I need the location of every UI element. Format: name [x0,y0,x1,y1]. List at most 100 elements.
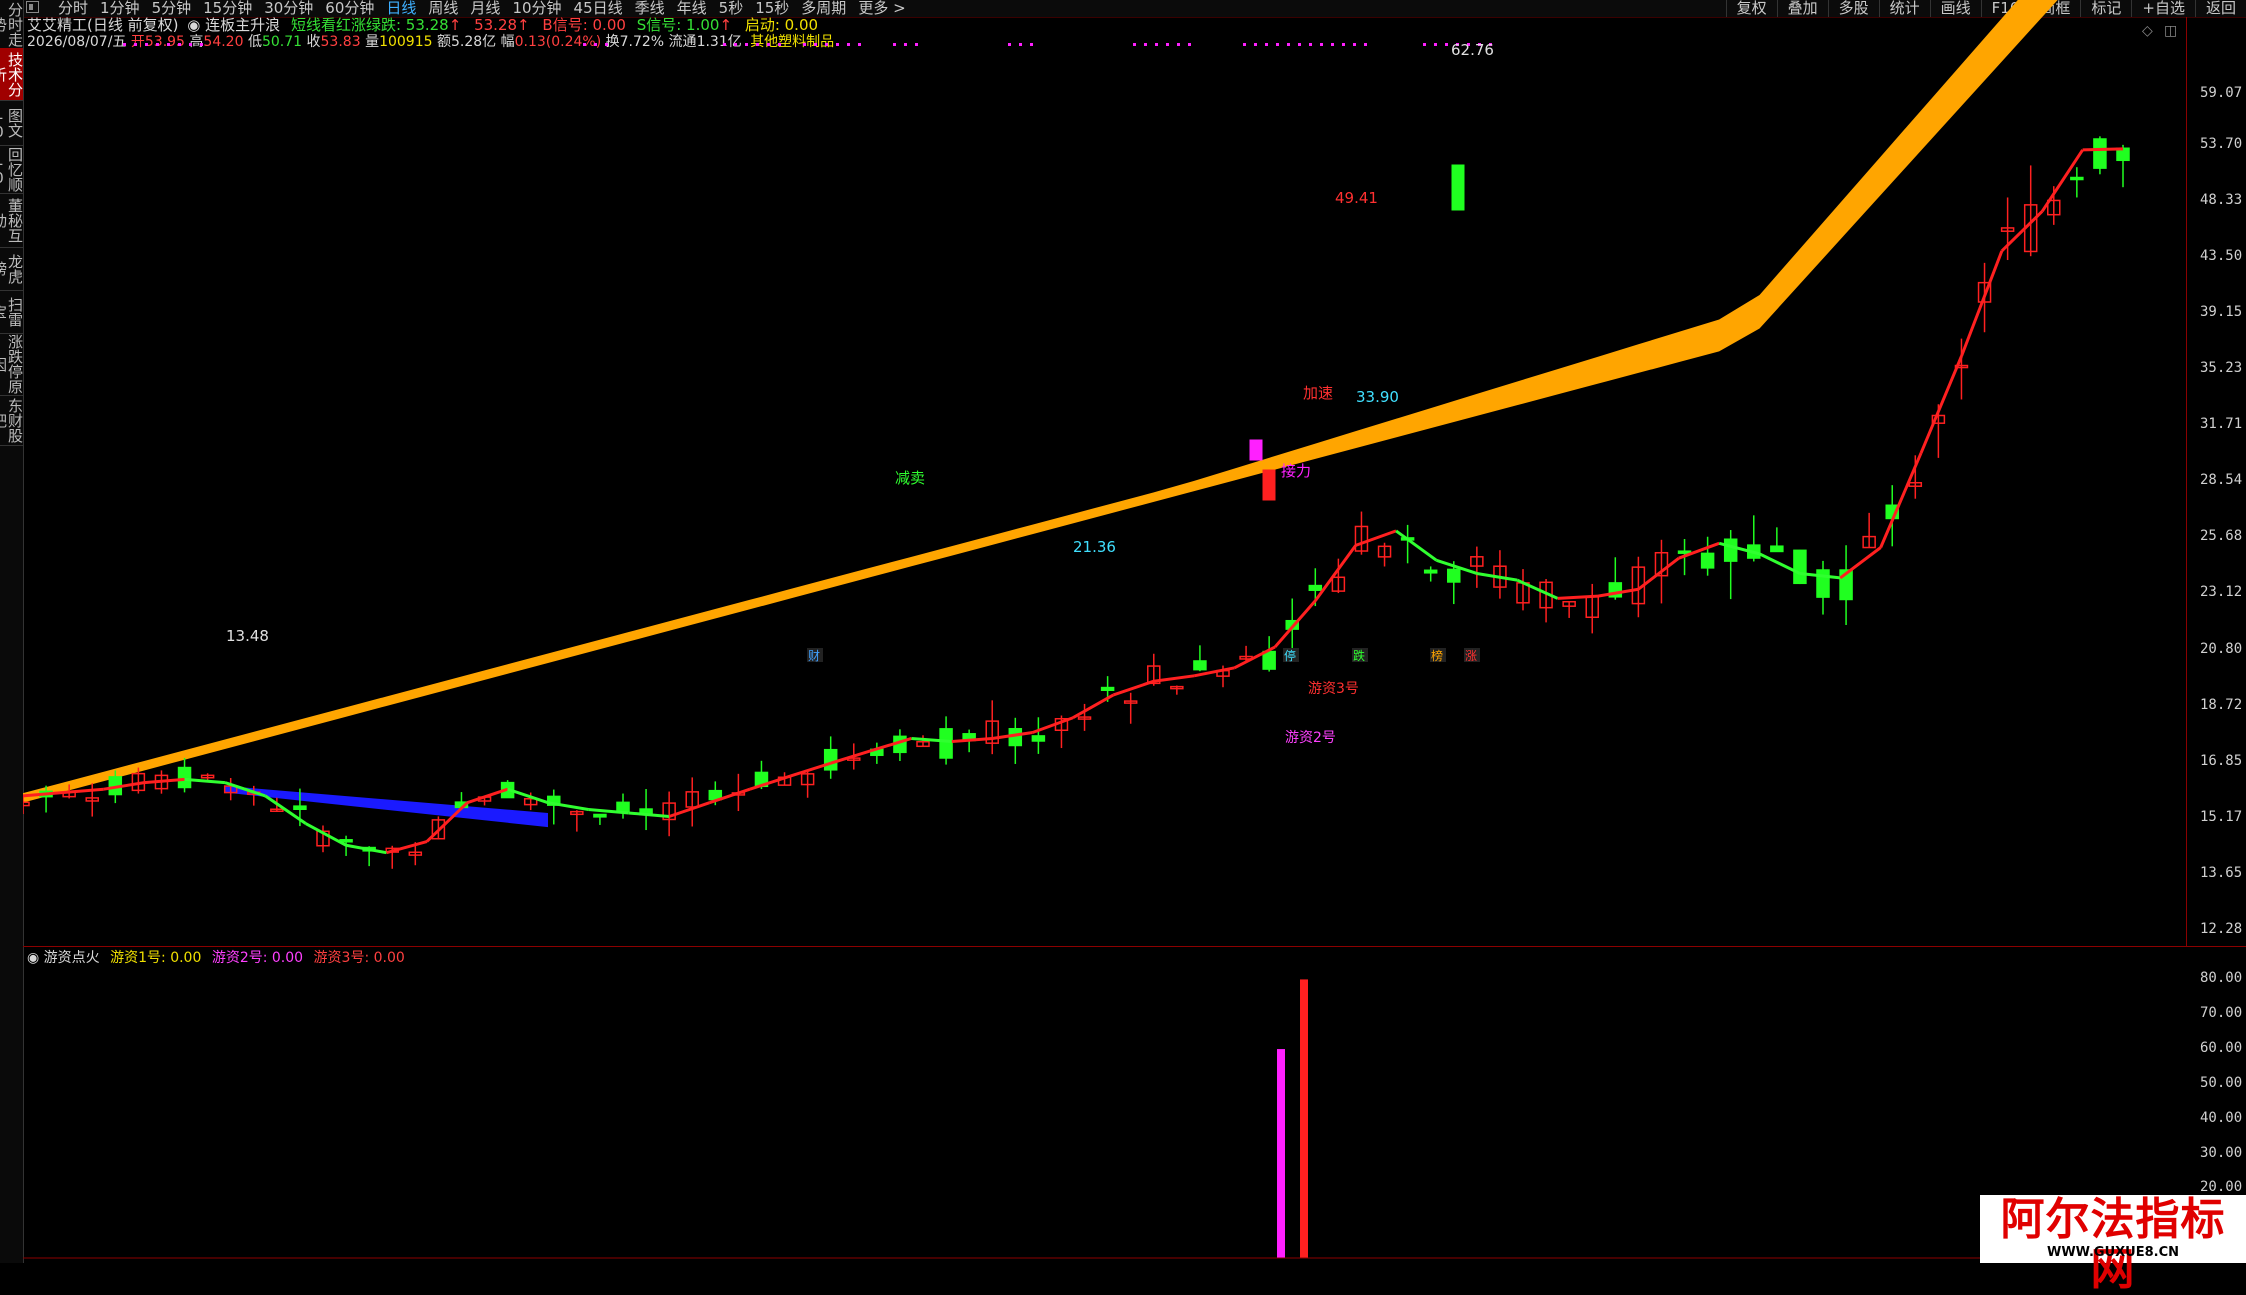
trend-line-segment [1314,544,1357,602]
signal-dot [825,43,828,46]
price-tick: 59.07 [2200,85,2243,102]
price-tick: 53.70 [2200,135,2243,152]
price-tick: 23.12 [2200,584,2243,601]
candle [823,748,838,771]
price-tick: 31.71 [2200,416,2243,433]
sidebar-tab[interactable]: 图文10 [0,100,24,146]
signal-dot [1133,43,1136,46]
candle [1100,686,1115,691]
signal-dot [178,43,181,46]
signal-dot [1008,43,1011,46]
sub-tick: 60.00 [2200,1040,2243,1057]
logo-url: WWW.GUXUE8.CN [2047,1245,2179,1260]
signal-dot [915,43,918,46]
relay-label: 接力 [1281,462,1311,480]
reduce-sell-label: 减卖 [895,469,925,487]
signal-dot [904,43,907,46]
signal-dot [1434,43,1437,46]
trend-line-segment [1072,693,1115,720]
price-tick: 16.85 [2200,752,2243,769]
sub-bar [1300,979,1308,1258]
signal-dot [189,43,192,46]
trend-line-segment [1112,679,1155,697]
signal-dot [847,43,850,46]
signal-dot [1320,43,1323,46]
candle [1770,545,1784,553]
candle [1262,650,1276,670]
sidebar-tab[interactable]: 技术分析 [0,48,24,101]
signal-dot [1353,43,1356,46]
signal-dot [594,43,597,46]
signal-dot [1030,43,1033,46]
candle [177,766,192,789]
sub-tick: 40.00 [2200,1109,2243,1126]
signal-dot [1265,43,1268,46]
sidebar-tab[interactable]: 涨跌停原因 [0,333,24,396]
sidebar-tab[interactable]: 扫雷宝 [0,290,24,334]
price-tick: 15.17 [2200,808,2243,825]
price-tick: 43.50 [2200,248,2243,265]
signal-dot [723,43,726,46]
candle [23,801,30,807]
trend-line-segment [2082,147,2124,152]
panel-separator [23,946,2246,947]
price-tick: 12.28 [2200,921,2243,937]
signal-dot [1331,43,1334,46]
signal-dot [1155,43,1158,46]
signal-dot [167,43,170,46]
signal-dot [1364,43,1367,46]
candle [1423,569,1438,574]
signal-dot [145,43,148,46]
signal-dot [1287,43,1290,46]
price-tick: 18.72 [2200,696,2243,713]
signal-dot [778,43,781,46]
candle [1308,584,1323,591]
candle [293,805,307,810]
signal-dot [836,43,839,46]
signal-dot [803,43,806,46]
kline-chart[interactable]: 62.76 49.41 33.90 21.36 13.48 加速接力 减卖财 停 跌 榜 涨游资2号… [23,0,2186,1263]
signal-dot [156,43,159,46]
signal-dot [734,43,737,46]
sidebar-tab[interactable]: 龙虎榜 [0,247,24,291]
sidebar-tab[interactable]: 董秘互动 [0,193,24,248]
candle [939,728,953,759]
event-tag: 榜 [1431,648,1443,663]
signal-dot [1423,43,1426,46]
sub-bar-label-3: 游资3号 [1308,681,1359,697]
price-tick: 35.23 [2200,360,2243,377]
signal-dot [1188,43,1191,46]
signal-dot [858,43,861,46]
event-tag: 跌 [1353,648,1365,663]
signal-dot [1276,43,1279,46]
price-axis-line [2186,17,2187,947]
sub-bar-label-2: 游资2号 [1285,730,1336,746]
candle [1723,538,1738,562]
toolbar-button[interactable]: 返回 [2194,0,2246,17]
candle [1793,549,1807,585]
signal-dot [1254,43,1257,46]
signal-dot [767,43,770,46]
sub-tick: 30.00 [2200,1144,2243,1161]
candle [1700,552,1715,569]
signal-dot [1309,43,1312,46]
sub-bar [1277,1049,1285,1258]
signal-dot [756,43,759,46]
candle [1193,660,1207,671]
sub-tick: 20.00 [2200,1179,2243,1196]
signal-dot [893,43,896,46]
sidebar-tab[interactable]: 分时走势 [0,0,24,49]
trend-line-segment [1273,599,1317,649]
candle [1447,568,1461,583]
price-label-33: 33.90 [1356,388,1399,406]
sidebar-tab[interactable]: 东财股吧 [0,395,24,446]
candle [2070,176,2084,181]
sub-tick: 80.00 [2200,970,2243,987]
left-sidebar: 分时走势技术分析图文10回忆顺10董秘互动龙虎榜扫雷宝涨跌停原因东财股吧 [0,0,24,1263]
event-tag: 涨 [1465,648,1477,663]
support-band [23,0,2058,803]
signal-dot [745,43,748,46]
candle [2093,138,2107,169]
sidebar-tab[interactable]: 回忆顺10 [0,145,24,194]
price-tick: 25.68 [2200,528,2243,545]
